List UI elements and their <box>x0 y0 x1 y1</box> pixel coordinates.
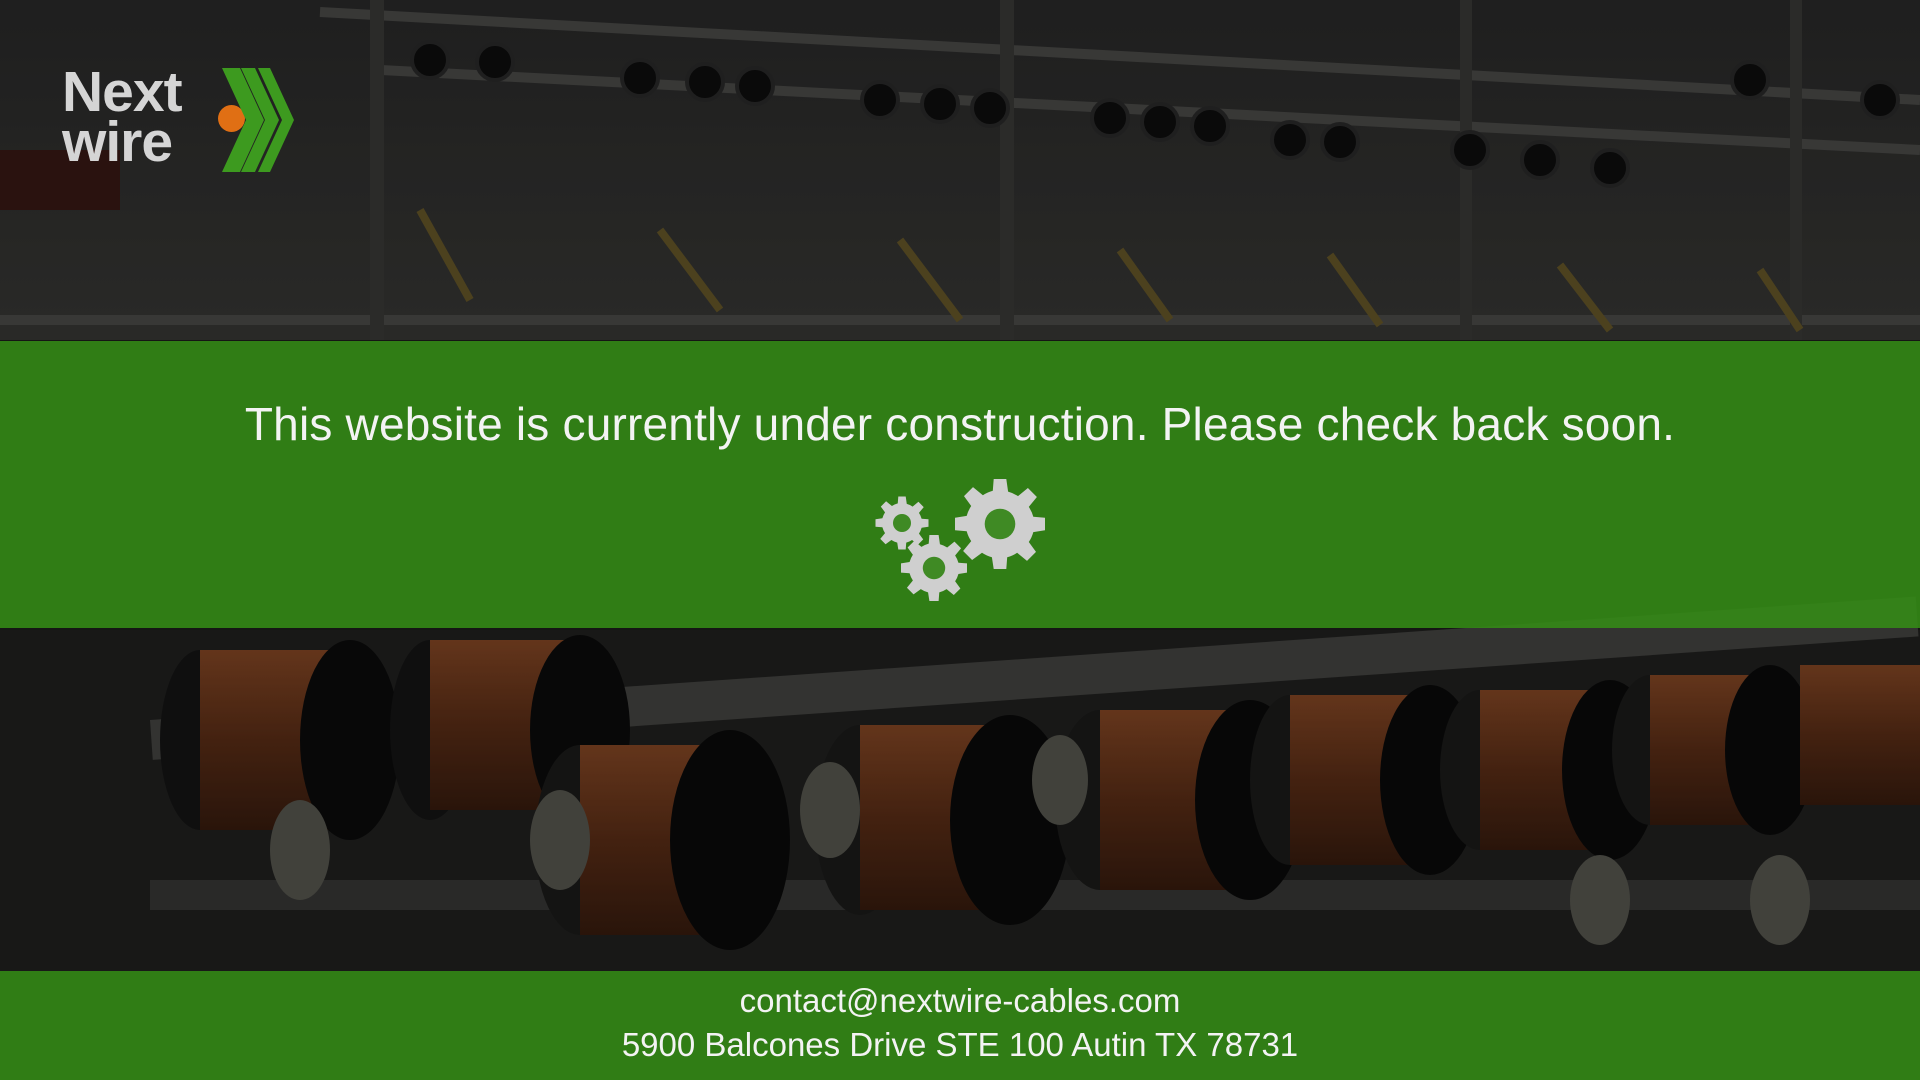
logo-chevrons-icon <box>222 68 294 172</box>
gears-icon <box>875 479 1045 601</box>
page: Next wire This website is currently unde… <box>0 0 1920 1080</box>
logo-word-wire: wire <box>62 110 173 174</box>
nextwire-logo[interactable]: Next wire <box>62 62 312 177</box>
company-address: 5900 Balcones Drive STE 100 Autin TX 787… <box>621 1026 1299 1063</box>
construction-message: This website is currently under construc… <box>244 398 1676 450</box>
contact-email-link[interactable]: contact@nextwire-cables.com <box>0 978 1920 1024</box>
